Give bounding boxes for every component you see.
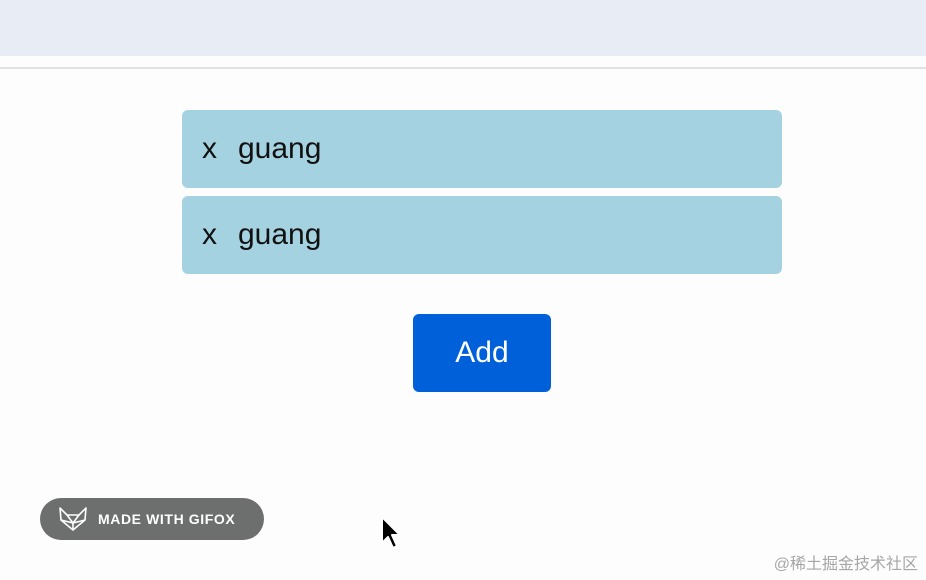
top-bar-divider (0, 67, 926, 69)
list-item: x guang (182, 196, 782, 274)
made-with-gifox-badge[interactable]: MADE WITH GIFOX (40, 498, 264, 540)
top-bar (0, 0, 926, 56)
item-list: x guang x guang (182, 110, 782, 282)
badge-label: MADE WITH GIFOX (98, 511, 236, 527)
mouse-cursor-icon (381, 516, 401, 549)
list-item-text: guang (238, 218, 322, 251)
watermark: @稀土掘金技术社区 (773, 556, 918, 573)
remove-item-button[interactable]: x (202, 218, 238, 252)
list-item: x guang (182, 110, 782, 188)
remove-item-button[interactable]: x (202, 132, 238, 166)
add-button[interactable]: Add (413, 314, 551, 392)
fox-logo-icon (59, 507, 87, 531)
list-item-text: guang (238, 132, 322, 165)
